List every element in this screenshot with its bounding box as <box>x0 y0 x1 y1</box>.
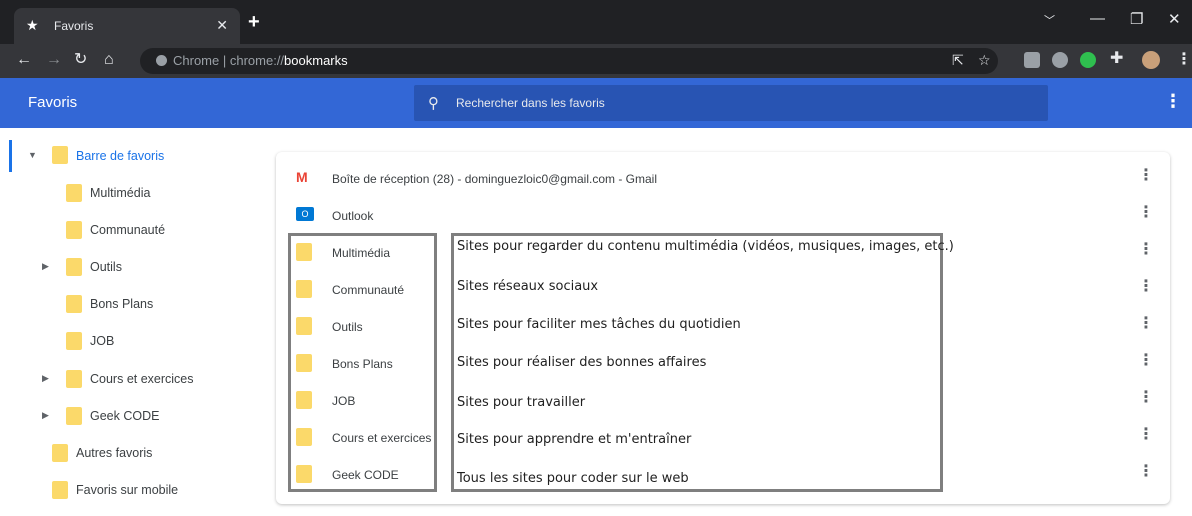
folder-icon <box>66 407 82 425</box>
annotation-text: Tous les sites pour coder sur le web <box>457 471 689 486</box>
more-actions-icon[interactable]: ⋮ <box>1138 353 1154 369</box>
chat-extension-icon[interactable] <box>1052 52 1068 68</box>
more-actions-icon[interactable]: ⋮ <box>1138 279 1154 295</box>
annotation-text: Sites pour réaliser des bonnes affaires <box>457 355 707 370</box>
collapsed-caret-icon[interactable]: ▶ <box>42 261 49 272</box>
annotation-text: Sites pour faciliter mes tâches du quoti… <box>457 317 741 332</box>
restore-icon[interactable]: ❐ <box>1130 10 1143 28</box>
folder-icon <box>66 184 82 202</box>
folder-icon <box>66 258 82 276</box>
sidebar-item-favoris-sur-mobile[interactable]: Favoris sur mobile <box>24 474 264 506</box>
sidebar-item-label: Barre de favoris <box>76 149 165 163</box>
chrome-menu-icon[interactable]: ⋮ <box>1176 52 1192 68</box>
sidebar-item-label: Multimédia <box>90 186 151 200</box>
star-icon: ★ <box>26 17 39 33</box>
list-item-outlook[interactable]: O Outlook ⋮ <box>276 197 1170 234</box>
sidebar-item-geek-code[interactable]: ▶ Geek CODE <box>24 400 264 432</box>
sidebar-item-label: Cours et exercices <box>90 372 194 386</box>
like-extension-icon[interactable] <box>1080 52 1096 68</box>
more-actions-icon[interactable]: ⋮ <box>1138 242 1154 258</box>
page-header: Favoris ⚲ Rechercher dans les favoris ⋮ <box>0 78 1192 128</box>
page-title: Favoris <box>28 94 78 111</box>
sidebar-item-communaute[interactable]: Communauté <box>24 214 264 246</box>
more-actions-icon[interactable]: ⋮ <box>1138 205 1154 221</box>
list-item-gmail[interactable]: M Boîte de réception (28) - dominguezloi… <box>276 160 1170 197</box>
omnibox-url-prefix: chrome:// <box>229 53 285 68</box>
omnibox-url-path: bookmarks <box>284 53 348 68</box>
bookmark-star-icon[interactable]: ☆ <box>978 52 991 69</box>
sidebar-item-label: Outils <box>90 260 122 274</box>
minimize-icon[interactable]: — <box>1090 10 1105 27</box>
tab-search-icon[interactable]: ﹀ <box>1044 12 1055 28</box>
folder-icon <box>52 481 68 499</box>
browser-toolbar: ← → ↻ ⌂ Chrome | chrome://bookmarks ⇱ ☆ … <box>0 44 1192 78</box>
outlook-icon: O <box>296 207 314 221</box>
list-item-label: Outlook <box>332 209 374 223</box>
tab-favoris[interactable]: ★ Favoris ✕ <box>14 8 240 44</box>
tab-title: Favoris <box>54 19 94 33</box>
sidebar-item-multimedia[interactable]: Multimédia <box>24 177 264 209</box>
annotation-text: Sites pour regarder du contenu multimédi… <box>457 239 954 254</box>
sidebar-item-barre-de-favoris[interactable]: ▼ Barre de favoris <box>24 140 264 172</box>
expanded-caret-icon[interactable]: ▼ <box>28 150 37 160</box>
chrome-icon <box>156 55 167 66</box>
folder-icon <box>52 146 68 164</box>
folder-icon <box>52 444 68 462</box>
folder-icon <box>66 295 82 313</box>
page-menu-icon[interactable]: ⋮ <box>1164 92 1182 110</box>
home-icon[interactable]: ⌂ <box>104 52 114 68</box>
address-bar[interactable]: Chrome | chrome://bookmarks ⇱ ☆ <box>140 48 998 74</box>
sidebar-item-bons-plans[interactable]: Bons Plans <box>24 288 264 320</box>
omnibox-site: Chrome <box>173 53 220 68</box>
window-close-icon[interactable]: ✕ <box>1168 10 1181 28</box>
sidebar-item-label: Bons Plans <box>90 297 154 311</box>
profile-avatar[interactable] <box>1142 51 1160 69</box>
back-icon[interactable]: ← <box>16 52 32 68</box>
sidebar-item-label: Favoris sur mobile <box>76 483 179 497</box>
pdf-extension-icon[interactable] <box>1024 52 1040 68</box>
search-placeholder: Rechercher dans les favoris <box>456 96 605 110</box>
collapsed-caret-icon[interactable]: ▶ <box>42 373 49 384</box>
sidebar-item-label: Autres favoris <box>76 446 153 460</box>
more-actions-icon[interactable]: ⋮ <box>1138 316 1154 332</box>
new-tab-icon[interactable]: + <box>248 12 260 32</box>
reload-icon[interactable]: ↻ <box>74 52 87 68</box>
search-icon: ⚲ <box>428 95 439 112</box>
share-icon[interactable]: ⇱ <box>952 52 964 69</box>
sidebar-item-cours-et-exercices[interactable]: ▶ Cours et exercices <box>24 363 264 395</box>
annotation-text: Sites pour travailler <box>457 395 586 410</box>
sidebar-item-job[interactable]: JOB <box>24 325 264 357</box>
more-actions-icon[interactable]: ⋮ <box>1138 390 1154 406</box>
more-actions-icon[interactable]: ⋮ <box>1138 168 1154 184</box>
folder-icon <box>66 332 82 350</box>
sidebar-item-outils[interactable]: ▶ Outils <box>24 251 264 283</box>
sidebar-item-label: Communauté <box>90 223 166 237</box>
sidebar-item-label: Geek CODE <box>90 409 160 423</box>
forward-icon[interactable]: → <box>46 52 62 68</box>
folder-icon <box>66 221 82 239</box>
collapsed-caret-icon[interactable]: ▶ <box>42 410 49 421</box>
selection-indicator <box>9 140 12 172</box>
more-actions-icon[interactable]: ⋮ <box>1138 464 1154 480</box>
tab-strip: ★ Favoris ✕ + ﹀ — ❐ ✕ <box>0 0 1192 44</box>
gmail-icon: M <box>296 169 308 185</box>
annotation-text: Sites pour apprendre et m'entraîner <box>457 432 692 447</box>
sidebar-item-autres-favoris[interactable]: Autres favoris <box>24 437 264 469</box>
close-icon[interactable]: ✕ <box>216 17 228 34</box>
more-actions-icon[interactable]: ⋮ <box>1138 427 1154 443</box>
folder-icon <box>66 370 82 388</box>
folder-highlight-box <box>288 233 437 492</box>
sidebar-item-label: JOB <box>90 334 115 348</box>
search-input[interactable]: ⚲ Rechercher dans les favoris <box>414 85 1048 121</box>
extensions-puzzle-icon[interactable]: ✚ <box>1110 51 1123 67</box>
list-item-label: Boîte de réception (28) - dominguezloic0… <box>332 172 657 186</box>
annotation-text: Sites réseaux sociaux <box>457 279 599 294</box>
